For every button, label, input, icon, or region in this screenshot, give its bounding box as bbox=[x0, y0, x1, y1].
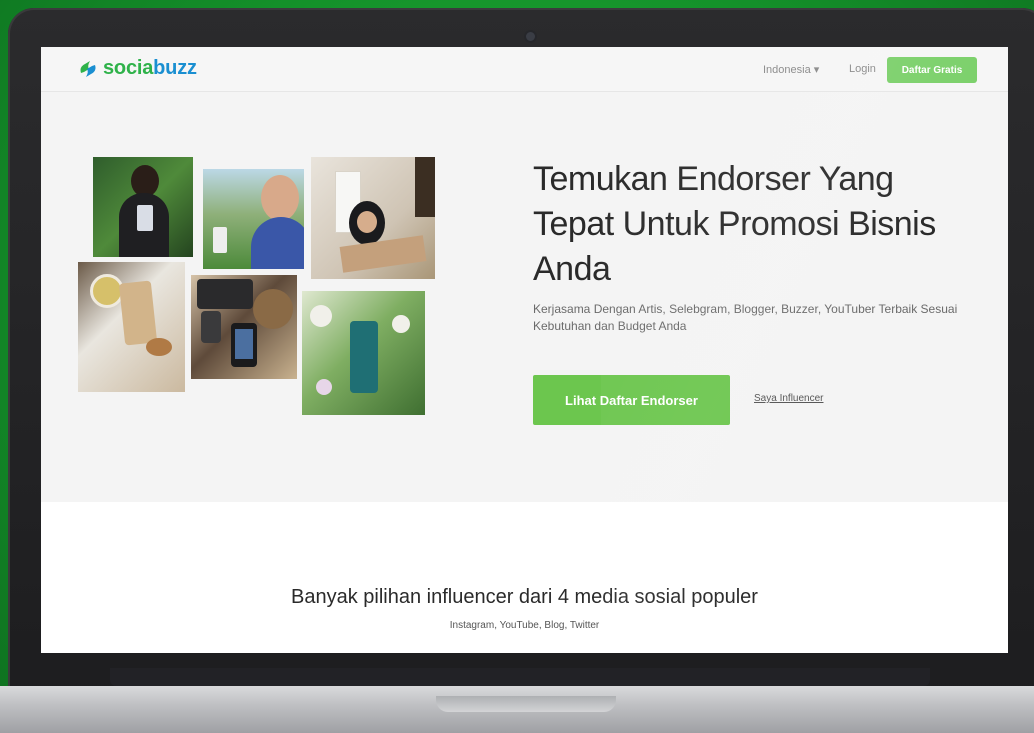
logo-text-socia: socia bbox=[103, 57, 154, 79]
section-title: Banyak pilihan influencer dari 4 media s… bbox=[291, 586, 758, 608]
sociabuzz-logo[interactable]: sociabuzz bbox=[77, 57, 197, 80]
signup-button[interactable]: Daftar Gratis bbox=[887, 57, 977, 83]
photo-woman-phone-garden bbox=[203, 169, 304, 269]
logo-text-buzz: buzz bbox=[153, 57, 197, 79]
top-navbar: sociabuzz Indonesia ▾ Login Daftar Grati… bbox=[41, 47, 1008, 92]
section-subtitle: Instagram, YouTube, Blog, Twitter bbox=[449, 620, 600, 631]
login-link[interactable]: Login bbox=[849, 63, 876, 75]
language-dropdown[interactable]: Indonesia ▾ bbox=[763, 63, 819, 76]
laptop-screen: sociabuzz Indonesia ▾ Login Daftar Grati… bbox=[41, 47, 1008, 653]
photo-hijab-woman-reading bbox=[311, 157, 435, 279]
webcam bbox=[526, 32, 535, 41]
influencer-link[interactable]: Saya Influencer bbox=[754, 393, 824, 404]
photo-product-flowers bbox=[302, 291, 425, 415]
hero-heading: Temukan Endorser Yang Tepat Untuk Promos… bbox=[533, 160, 936, 288]
view-endorsers-button[interactable]: Lihat Daftar Endorser bbox=[533, 375, 730, 425]
laptop-opening-notch bbox=[436, 696, 616, 712]
photo-phone-flatlay bbox=[78, 262, 185, 392]
photo-camera-flatlay bbox=[191, 275, 297, 379]
laptop-bezel-bottom bbox=[110, 668, 930, 686]
platforms-section: Banyak pilihan influencer dari 4 media s… bbox=[41, 502, 1008, 653]
sociabuzz-logo-icon bbox=[80, 60, 96, 77]
hero-subheading: Kerjasama Dengan Artis, Selebgram, Blogg… bbox=[533, 302, 958, 333]
photo-woman-plant-wall bbox=[93, 157, 193, 257]
